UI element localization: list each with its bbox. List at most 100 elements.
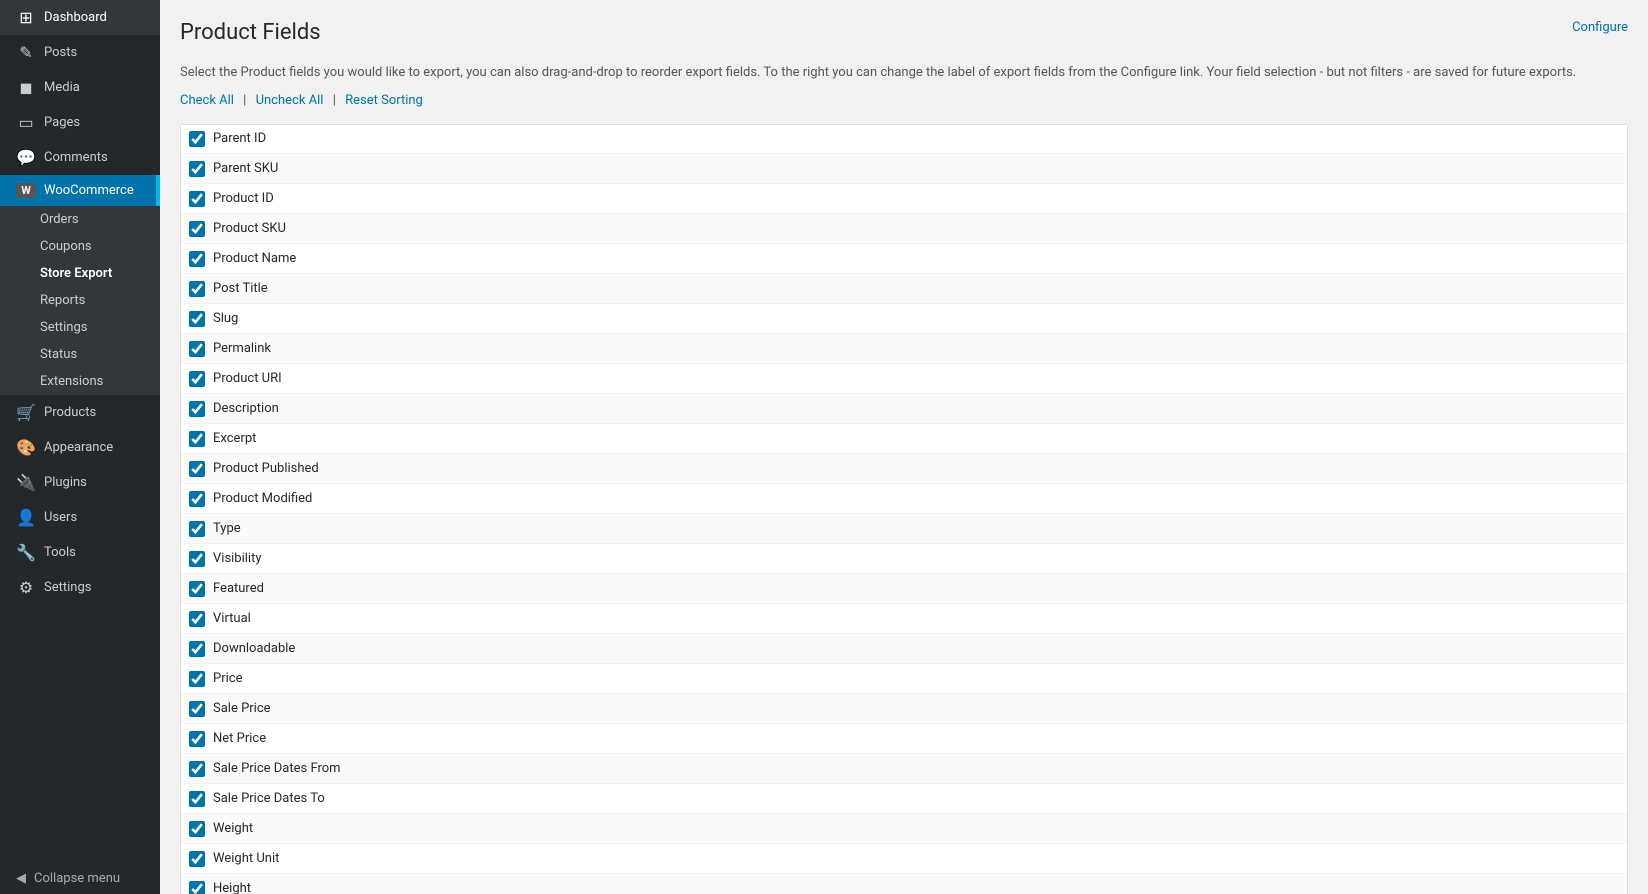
- sidebar-sub-reports[interactable]: Reports: [0, 287, 160, 314]
- sidebar-item-label: Products: [44, 405, 96, 420]
- field-item-downloadable: Downloadable: [181, 635, 1627, 664]
- woocommerce-icon: W: [16, 183, 36, 198]
- sidebar-sub-settings[interactable]: Settings: [0, 314, 160, 341]
- sidebar-item-users[interactable]: 👤 Users: [0, 500, 160, 535]
- field-checkbox-permalink[interactable]: [189, 341, 205, 357]
- field-item-sale_price_dates_to: Sale Price Dates To: [181, 785, 1627, 814]
- sidebar-sub-coupons[interactable]: Coupons: [0, 233, 160, 260]
- field-checkbox-product_uri[interactable]: [189, 371, 205, 387]
- field-item-product_published: Product Published: [181, 455, 1627, 484]
- field-item-height: Height: [181, 875, 1627, 894]
- field-checkbox-weight[interactable]: [189, 821, 205, 837]
- field-checkbox-parent_id[interactable]: [189, 131, 205, 147]
- posts-icon: ✎: [16, 43, 36, 62]
- field-label-height: Height: [213, 881, 251, 894]
- field-checkbox-featured[interactable]: [189, 581, 205, 597]
- collapse-label: Collapse menu: [34, 871, 120, 886]
- sidebar-sub-orders[interactable]: Orders: [0, 206, 160, 233]
- sidebar-item-label: Users: [44, 510, 77, 525]
- field-label-product_modified: Product Modified: [213, 491, 312, 506]
- field-item-parent_id: Parent ID: [181, 125, 1627, 154]
- field-item-sale_price_dates_from: Sale Price Dates From: [181, 755, 1627, 784]
- field-label-weight: Weight: [213, 821, 253, 836]
- field-label-product_uri: Product URI: [213, 371, 282, 386]
- field-checkbox-description[interactable]: [189, 401, 205, 417]
- field-label-sale_price_dates_to: Sale Price Dates To: [213, 791, 325, 806]
- field-item-permalink: Permalink: [181, 335, 1627, 364]
- field-label-parent_id: Parent ID: [213, 131, 266, 146]
- field-checkbox-slug[interactable]: [189, 311, 205, 327]
- sidebar-item-label: Pages: [44, 115, 80, 130]
- sidebar-item-tools[interactable]: 🔧 Tools: [0, 535, 160, 570]
- separator-2: |: [333, 93, 339, 108]
- sidebar-item-label: Tools: [44, 545, 76, 560]
- field-checkbox-virtual[interactable]: [189, 611, 205, 627]
- configure-link[interactable]: Configure: [1572, 20, 1628, 35]
- reset-sorting-link[interactable]: Reset Sorting: [345, 93, 423, 108]
- sidebar-item-dashboard[interactable]: ⊞ Dashboard: [0, 0, 160, 35]
- field-checkbox-visibility[interactable]: [189, 551, 205, 567]
- comments-icon: 💬: [16, 148, 36, 167]
- field-item-excerpt: Excerpt: [181, 425, 1627, 454]
- field-checkbox-downloadable[interactable]: [189, 641, 205, 657]
- field-label-type: Type: [213, 521, 241, 536]
- field-checkbox-product_id[interactable]: [189, 191, 205, 207]
- main-content: Product Fields Configure Select the Prod…: [160, 0, 1648, 894]
- field-label-product_id: Product ID: [213, 191, 274, 206]
- field-checkbox-net_price[interactable]: [189, 731, 205, 747]
- page-description: Select the Product fields you would like…: [180, 63, 1628, 83]
- field-item-visibility: Visibility: [181, 545, 1627, 574]
- field-checkbox-weight_unit[interactable]: [189, 851, 205, 867]
- sidebar-item-products[interactable]: 🛒 Products: [0, 395, 160, 430]
- field-item-slug: Slug: [181, 305, 1627, 334]
- sidebar-item-label: Settings: [44, 580, 91, 595]
- field-checkbox-sale_price_dates_to[interactable]: [189, 791, 205, 807]
- field-label-parent_sku: Parent SKU: [213, 161, 278, 176]
- collapse-menu-button[interactable]: ◀ Collapse menu: [0, 863, 160, 894]
- field-checkbox-product_sku[interactable]: [189, 221, 205, 237]
- field-label-permalink: Permalink: [213, 341, 271, 356]
- check-all-link[interactable]: Check All: [180, 93, 234, 108]
- field-label-product_sku: Product SKU: [213, 221, 286, 236]
- field-item-post_title: Post Title: [181, 275, 1627, 304]
- field-checkbox-post_title[interactable]: [189, 281, 205, 297]
- field-checkbox-parent_sku[interactable]: [189, 161, 205, 177]
- woo-submenu: Orders Coupons Store Export Reports Sett…: [0, 206, 160, 395]
- field-label-sale_price_dates_from: Sale Price Dates From: [213, 761, 341, 776]
- sidebar-item-woocommerce[interactable]: W WooCommerce: [0, 175, 160, 206]
- sidebar: ⊞ Dashboard ✎ Posts ◼ Media ▭ Pages 💬 Co…: [0, 0, 160, 894]
- sidebar-item-comments[interactable]: 💬 Comments: [0, 140, 160, 175]
- field-item-featured: Featured: [181, 575, 1627, 604]
- field-checkbox-sale_price_dates_from[interactable]: [189, 761, 205, 777]
- separator-1: |: [243, 93, 249, 108]
- uncheck-all-link[interactable]: Uncheck All: [256, 93, 324, 108]
- field-checkbox-product_name[interactable]: [189, 251, 205, 267]
- field-item-description: Description: [181, 395, 1627, 424]
- sidebar-item-appearance[interactable]: 🎨 Appearance: [0, 430, 160, 465]
- page-title: Product Fields: [180, 20, 321, 45]
- sidebar-item-plugins[interactable]: 🔌 Plugins: [0, 465, 160, 500]
- field-checkbox-product_modified[interactable]: [189, 491, 205, 507]
- sidebar-item-posts[interactable]: ✎ Posts: [0, 35, 160, 70]
- field-checkbox-price[interactable]: [189, 671, 205, 687]
- tools-icon: 🔧: [16, 543, 36, 562]
- field-checkbox-product_published[interactable]: [189, 461, 205, 477]
- check-links-row: Check All | Uncheck All | Reset Sorting: [180, 93, 1628, 108]
- pages-icon: ▭: [16, 113, 36, 132]
- collapse-icon: ◀: [16, 871, 26, 886]
- sidebar-item-media[interactable]: ◼ Media: [0, 70, 160, 105]
- field-checkbox-type[interactable]: [189, 521, 205, 537]
- sidebar-item-pages[interactable]: ▭ Pages: [0, 105, 160, 140]
- sidebar-sub-store-export[interactable]: Store Export: [0, 260, 160, 287]
- field-checkbox-height[interactable]: [189, 881, 205, 894]
- field-item-product_id: Product ID: [181, 185, 1627, 214]
- field-item-product_name: Product Name: [181, 245, 1627, 274]
- users-icon: 👤: [16, 508, 36, 527]
- sidebar-sub-extensions[interactable]: Extensions: [0, 368, 160, 395]
- field-checkbox-sale_price[interactable]: [189, 701, 205, 717]
- field-checkbox-excerpt[interactable]: [189, 431, 205, 447]
- field-label-net_price: Net Price: [213, 731, 266, 746]
- sidebar-item-settings-main[interactable]: ⚙ Settings: [0, 570, 160, 605]
- sidebar-sub-status[interactable]: Status: [0, 341, 160, 368]
- field-item-price: Price: [181, 665, 1627, 694]
